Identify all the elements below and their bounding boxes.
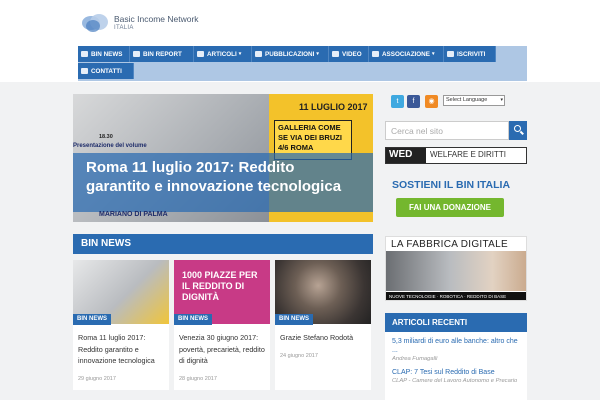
site-logo[interactable]: Basic Income Network ITALIA (80, 10, 199, 36)
envelope-icon (81, 68, 88, 74)
book-icon (255, 51, 262, 57)
wed-banner[interactable]: WED WELFARE E DIRITTI (385, 147, 527, 164)
signin-icon (447, 51, 454, 57)
grid-icon (197, 51, 204, 57)
section-heading-bin-news: BIN NEWS (73, 234, 373, 254)
nav-item-video[interactable]: VIDEO (329, 46, 369, 62)
nav-label: ASSOCIAZIONE (382, 50, 430, 58)
news-card-date: 24 giugno 2017 (280, 353, 318, 359)
news-card-date: 28 giugno 2017 (179, 376, 217, 382)
nav-item-articoli[interactable]: ARTICOLI ▾ (194, 46, 252, 62)
search-button[interactable] (509, 121, 527, 140)
nav-label: CONTATTI (91, 67, 122, 75)
news-card-tag[interactable]: BIN NEWS (73, 314, 111, 325)
recent-articles-heading: ARTICOLI RECENTI (385, 313, 527, 332)
chevron-down-icon: ▾ (431, 51, 435, 57)
nav-label: PUBBLICAZIONI (265, 50, 315, 58)
wed-logo: WED (386, 148, 426, 163)
donate-button[interactable]: FAI UNA DONAZIONE (396, 198, 504, 217)
nav-label: VIDEO (342, 50, 362, 58)
news-card-title[interactable]: Grazie Stefano Rodotà (280, 332, 368, 344)
list-icon (133, 51, 140, 57)
hero-poster-line: Presentazione del volume (73, 143, 147, 149)
nav-item-bin-report[interactable]: BIN REPORT (130, 46, 194, 62)
nav-item-iscriviti[interactable]: ISCRIVITI (444, 46, 496, 62)
recent-article-author: CLAP - Camere del Lavoro Autonomo e Prec… (392, 378, 518, 384)
chevron-down-icon: ▾ (316, 51, 319, 57)
hero-title[interactable]: Roma 11 luglio 2017: Reddito garantito e… (86, 158, 361, 196)
recent-articles-list: 5,3 miliardi di euro alle banche: altro … (385, 332, 527, 400)
facebook-icon[interactable]: f (407, 95, 420, 108)
recent-article-title[interactable]: CLAP: 7 Tesi sul Reddito di Base (392, 368, 522, 377)
search-input[interactable]: Cerca nel sito (385, 121, 509, 140)
video-icon (332, 51, 339, 57)
news-card-image-text: 1000 PIAZZE PER IL REDDITO DI DIGNITÀ (182, 270, 258, 302)
nav-label: ARTICOLI (207, 50, 237, 58)
fabbrica-tags: NUOVE TECNOLOGIE · ROBOTICA · REDDITO DI… (386, 292, 526, 300)
hero-poster-time: 18.30 (99, 134, 113, 140)
wed-tagline: WELFARE E DIRITTI (430, 150, 507, 159)
nav-label: BIN REPORT (143, 50, 182, 58)
logo-mark-icon (80, 10, 110, 36)
recent-article-author: Andrea Fumagalli (392, 356, 438, 362)
rss-icon[interactable]: ◉ (425, 95, 438, 108)
news-card-title[interactable]: Roma 11 luglio 2017: Reddito garantito e… (78, 332, 166, 367)
fabbrica-title: LA FABBRICA DIGITALE (391, 239, 508, 250)
language-select-value: Select Language (446, 97, 488, 103)
list-item[interactable]: CLAP: 7 Tesi sul Reddito di Base CLAP - … (392, 368, 522, 385)
chevron-down-icon: ▾ (238, 51, 242, 57)
chevron-down-icon: ▾ (500, 97, 503, 103)
nav-label: ISCRIVITI (457, 50, 486, 58)
nav-item-pubblicazioni[interactable]: PUBBLICAZIONI ▾ (252, 46, 329, 62)
nav-item-contatti[interactable]: CONTATTI (78, 63, 134, 79)
news-card-tag[interactable]: BIN NEWS (174, 314, 212, 325)
news-card[interactable]: BIN NEWS Grazie Stefano Rodotà 24 giugno… (275, 260, 371, 390)
news-card-date: 29 giugno 2017 (78, 376, 116, 382)
robot-hand-image (386, 251, 526, 291)
news-card[interactable]: 1000 PIAZZE PER IL REDDITO DI DIGNITÀ BI… (174, 260, 270, 390)
logo-subtitle: ITALIA (114, 25, 134, 31)
language-select[interactable]: Select Language ▾ (443, 95, 505, 106)
hero-slide[interactable]: GALLERIA COME SE VIA DEI BRUZI 4/6 ROMA … (73, 94, 373, 222)
hero-poster-bottom: MARIANO DI PALMA (99, 211, 168, 218)
logo-title: Basic Income Network (114, 14, 199, 24)
twitter-icon[interactable]: t (391, 95, 404, 108)
nav-item-associazione[interactable]: ASSOCIAZIONE ▾ (369, 46, 444, 62)
nav-item-bin-news[interactable]: BIN NEWS (78, 46, 130, 62)
list-item[interactable]: 5,3 miliardi di euro alle banche: altro … (392, 337, 522, 363)
globe-icon (372, 51, 379, 57)
hero-poster-date: 11 LUGLIO 2017 (299, 102, 368, 112)
recent-article-title[interactable]: 5,3 miliardi di euro alle banche: altro … (392, 337, 522, 355)
news-card-tag[interactable]: BIN NEWS (275, 314, 313, 325)
main-nav: BIN NEWS BIN REPORT ARTICOLI ▾ PUBBLICAZI… (78, 46, 527, 81)
list-icon (81, 51, 88, 57)
fabbrica-digitale-banner[interactable]: LA FABBRICA DIGITALE NUOVE TECNOLOGIE · … (385, 236, 527, 301)
support-heading: SOSTIENI IL BIN ITALIA (392, 179, 511, 191)
news-card[interactable]: BIN NEWS Roma 11 luglio 2017: Reddito ga… (73, 260, 169, 390)
site-header: Basic Income Network ITALIA BIN NEWS BIN… (0, 0, 600, 82)
news-card-title[interactable]: Venezia 30 giugno 2017: povertà, precari… (179, 332, 267, 367)
nav-label: BIN NEWS (91, 50, 123, 58)
